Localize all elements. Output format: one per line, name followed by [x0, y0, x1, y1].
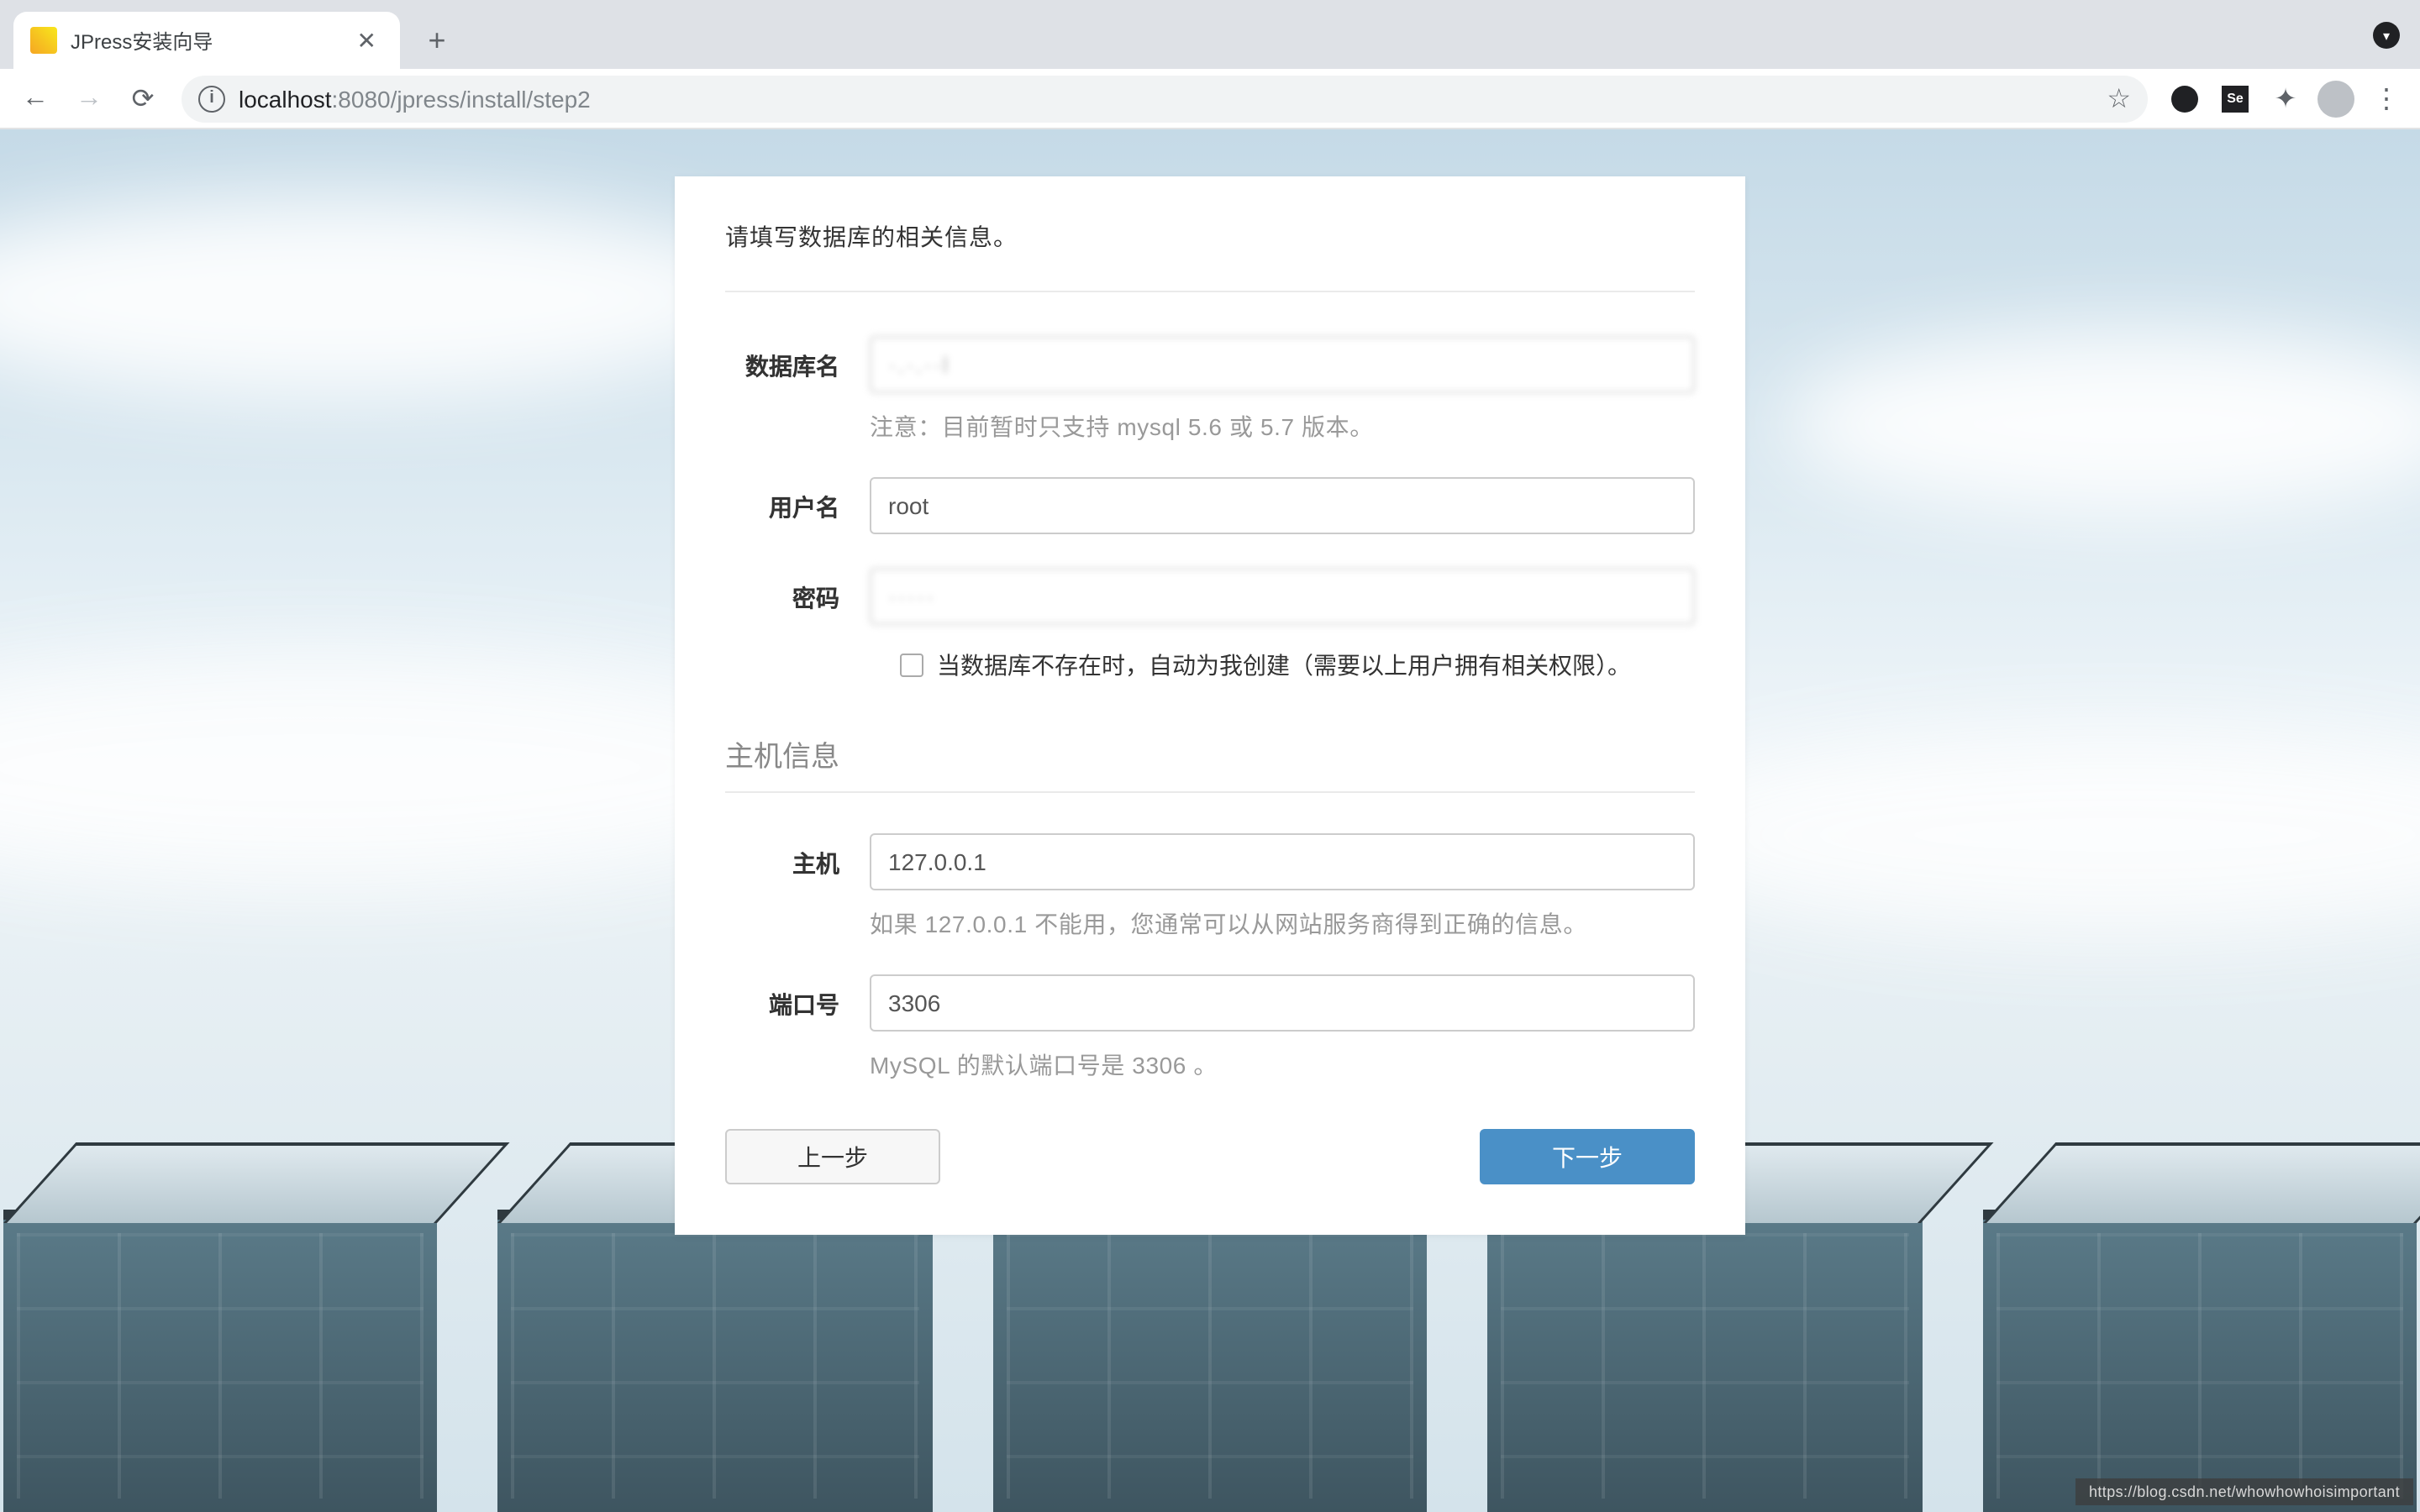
host-hint: 如果 127.0.0.1 不能用，您通常可以从网站服务商得到正确的信息。 [870, 907, 1695, 941]
nav-reload-button[interactable]: ⟳ [118, 73, 168, 123]
extensions-icon[interactable]: ✦ [2262, 75, 2309, 122]
password-input[interactable] [870, 568, 1695, 625]
tab-strip: JPress安装向导 ✕ + ▾ [0, 0, 2420, 69]
watermark-text: https://blog.csdn.net/whowhowhoisimporta… [2075, 1478, 2413, 1505]
auto-create-label: 当数据库不存在时，自动为我创建（需要以上用户拥有相关权限）。 [937, 648, 1631, 682]
divider [725, 791, 1695, 793]
db-name-label: 数据库名 [725, 336, 870, 383]
background-buildings [0, 1210, 2420, 1512]
browser-menu-icon[interactable]: ⋮ [2363, 75, 2410, 122]
nav-back-button[interactable]: ← [10, 73, 60, 123]
install-form-panel: 请填写数据库的相关信息。 数据库名 注意：目前暂时只支持 mysql 5.6 或… [675, 176, 1745, 1235]
url-text: localhost:8080/jpress/install/step2 [239, 85, 591, 112]
port-hint: MySQL 的默认端口号是 3306 。 [870, 1048, 1695, 1082]
db-name-input[interactable] [870, 336, 1695, 393]
form-intro: 请填写数据库的相关信息。 [725, 220, 1695, 254]
browser-tab[interactable]: JPress安装向导 ✕ [13, 12, 400, 69]
address-bar[interactable]: i localhost:8080/jpress/install/step2 ☆ [182, 75, 2148, 122]
tab-favicon [30, 27, 57, 54]
page-viewport: 请填写数据库的相关信息。 数据库名 注意：目前暂时只支持 mysql 5.6 或… [0, 129, 2420, 1512]
extension-selenium-icon[interactable]: Se [2212, 75, 2259, 122]
auto-create-checkbox[interactable] [900, 654, 923, 677]
host-label: 主机 [725, 833, 870, 880]
host-section-title: 主机信息 [725, 732, 1695, 774]
site-info-icon[interactable]: i [198, 85, 225, 112]
username-label: 用户名 [725, 477, 870, 524]
window-caret-icon[interactable]: ▾ [2373, 22, 2400, 49]
tab-title: JPress安装向导 [71, 26, 337, 55]
password-label: 密码 [725, 568, 870, 615]
bookmark-star-icon[interactable]: ☆ [2107, 81, 2131, 115]
db-name-hint: 注意：目前暂时只支持 mysql 5.6 或 5.7 版本。 [870, 410, 1695, 444]
browser-toolbar: ← → ⟳ i localhost:8080/jpress/install/st… [0, 69, 2420, 129]
nav-forward-button[interactable]: → [64, 73, 114, 123]
port-input[interactable] [870, 974, 1695, 1032]
prev-button[interactable]: 上一步 [725, 1129, 940, 1184]
next-button[interactable]: 下一步 [1480, 1129, 1695, 1184]
profile-avatar-icon[interactable] [2312, 75, 2360, 122]
extension-record-icon[interactable] [2161, 75, 2208, 122]
tab-close-icon[interactable]: ✕ [350, 23, 383, 58]
port-label: 端口号 [725, 974, 870, 1021]
host-input[interactable] [870, 833, 1695, 890]
username-input[interactable] [870, 477, 1695, 534]
new-tab-button[interactable]: + [413, 17, 460, 64]
